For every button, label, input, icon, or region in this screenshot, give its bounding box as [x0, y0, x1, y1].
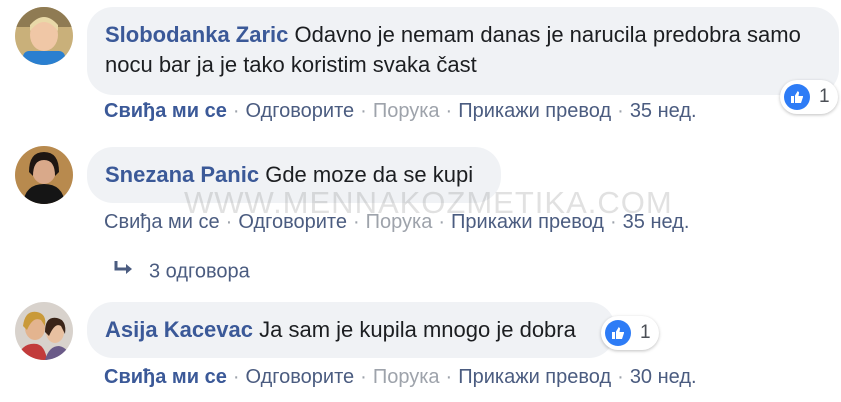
comment-text: Gde moze da se kupi	[265, 162, 474, 187]
reply-button[interactable]: Одговорите	[238, 211, 347, 233]
reply-button[interactable]: Одговорите	[246, 100, 355, 122]
separator: ·	[617, 100, 624, 122]
separator: ·	[360, 100, 367, 122]
comment-text-block: Snezana Panic Gde moze da se kupi	[105, 160, 483, 190]
translate-button[interactable]: Прикажи превод	[458, 100, 611, 122]
comment-text-block: Asija Kacevac Ja sam je kupila mnogo je …	[105, 315, 597, 345]
view-replies-link[interactable]: 3 одговора	[113, 260, 250, 284]
comment-bubble: Asija Kacevac Ja sam je kupila mnogo je …	[87, 302, 615, 358]
timestamp[interactable]: 35 нед.	[630, 100, 697, 122]
comment-actions: Свиђа ми се · Одговорите · Порука · Прикажи пр…	[104, 210, 689, 234]
separator: ·	[232, 366, 240, 388]
separator: ·	[609, 211, 617, 233]
timestamp[interactable]: 35 нед.	[623, 211, 690, 233]
comment-author[interactable]: Snezana Panic	[105, 162, 259, 187]
translate-button[interactable]: Прикажи превод	[451, 211, 604, 233]
comment-text: Ja sam je kupila mnogo je dobra	[259, 317, 576, 342]
translate-button[interactable]: Прикажи превод	[458, 366, 611, 388]
separator: ·	[232, 100, 240, 122]
like-button[interactable]: Свиђа ми се	[104, 366, 227, 388]
comment-author[interactable]: Slobodanka Zaric	[105, 22, 288, 47]
thumbs-up-icon	[605, 320, 631, 346]
timestamp[interactable]: 30 нед.	[630, 366, 697, 388]
separator: ·	[352, 211, 360, 233]
comment-actions: Свиђа ми се · Одговорите · Порука · Прикажи пр…	[104, 99, 697, 123]
like-button[interactable]: Свиђа ми се	[104, 100, 227, 122]
replies-count: 3 одговора	[149, 260, 250, 283]
like-button[interactable]: Свиђа ми се	[104, 211, 220, 233]
comment-bubble: Snezana Panic Gde moze da se kupi	[87, 147, 501, 203]
separator: ·	[438, 211, 446, 233]
avatar[interactable]	[15, 146, 73, 204]
separator: ·	[360, 366, 367, 388]
separator: ·	[445, 366, 453, 388]
message-button[interactable]: Порука	[373, 366, 440, 388]
message-button[interactable]: Порука	[373, 100, 440, 122]
comment-author[interactable]: Asija Kacevac	[105, 317, 253, 342]
reaction-count[interactable]: 1	[780, 80, 838, 114]
thumbs-up-icon	[784, 84, 810, 110]
separator: ·	[445, 100, 453, 122]
message-button[interactable]: Порука	[366, 211, 433, 233]
comment-bubble: Slobodanka Zaric Odavno je nemam danas j…	[87, 7, 839, 95]
reaction-count-value: 1	[819, 86, 830, 107]
comment-text-block: Slobodanka Zaric Odavno je nemam danas j…	[105, 20, 821, 80]
reply-button[interactable]: Одговорите	[246, 366, 355, 388]
separator: ·	[617, 366, 624, 388]
avatar[interactable]	[15, 302, 73, 360]
reaction-count-value: 1	[640, 322, 651, 343]
reply-arrow-icon	[113, 260, 135, 284]
comment-actions: Свиђа ми се · Одговорите · Порука · Прикажи пр…	[104, 365, 697, 389]
avatar[interactable]	[15, 7, 73, 65]
reaction-count[interactable]: 1	[601, 316, 659, 350]
separator: ·	[225, 211, 233, 233]
